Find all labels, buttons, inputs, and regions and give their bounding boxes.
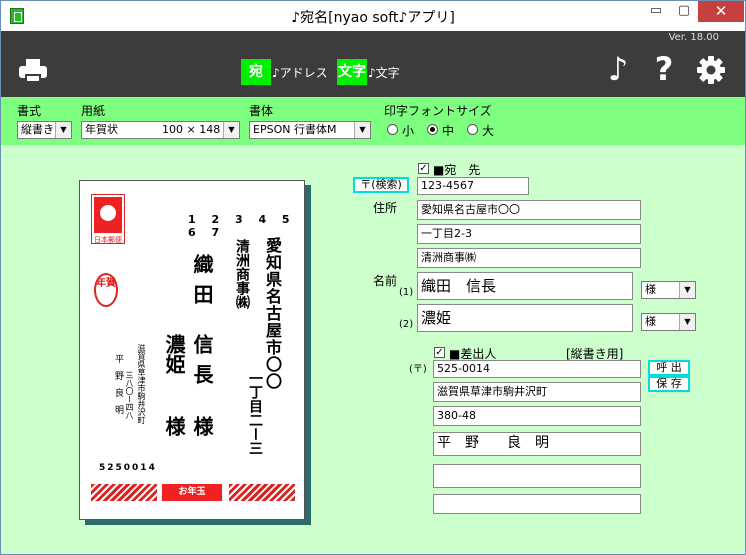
recipient-address2-field[interactable]: 一丁目2-3 bbox=[417, 224, 641, 244]
sender-zip-field[interactable]: 525-0014 bbox=[433, 360, 641, 378]
address-book-icon: 宛 bbox=[241, 59, 271, 85]
toolbar: Ver. 18.00 宛 ♪アドレス 文字 ♪文字 ♪ ? bbox=[1, 31, 745, 97]
maximize-button[interactable]: ▢ bbox=[670, 1, 698, 22]
preview-sender-zip: 5250014 bbox=[99, 463, 157, 473]
font-label: 書体 bbox=[249, 104, 274, 118]
address-label: 住所 bbox=[373, 201, 398, 215]
help-icon[interactable]: ? bbox=[649, 51, 679, 87]
gear-icon[interactable] bbox=[697, 56, 725, 84]
options-bar: 書式 縦書き ▼ 用紙 年賀状 100 × 148 ▼ 書体 EPSON 行書体… bbox=[1, 97, 745, 145]
preview-sender-address2: 三八〇ー四八 bbox=[125, 371, 134, 419]
radio-dot bbox=[387, 124, 398, 135]
window-title: ♪宛名[nyao soft♪アプリ] bbox=[291, 10, 455, 26]
font-size-label: 印字フォントサイズ bbox=[384, 104, 492, 118]
paper-value: 年賀状 100 × 148 bbox=[85, 123, 221, 136]
honorific1-value: 様 bbox=[645, 283, 656, 296]
preview-company: 清洲商事㈱ bbox=[234, 239, 250, 309]
format-label: 書式 bbox=[17, 104, 42, 118]
recall-button[interactable]: 呼 出 bbox=[648, 360, 690, 376]
music-note-icon[interactable]: ♪ bbox=[603, 51, 633, 87]
paper-select[interactable]: 年賀状 100 × 148 ▼ bbox=[81, 121, 240, 139]
preview-sender-name: 平野良明 bbox=[113, 354, 123, 422]
lottery-stripe-left bbox=[91, 484, 157, 501]
chevron-down-icon: ▼ bbox=[679, 282, 695, 298]
sender-name-field[interactable]: 平 野 良 明 bbox=[433, 432, 641, 456]
stamp-icon: 日本郵便 bbox=[91, 194, 125, 244]
app-window: ♪宛名[nyao soft♪アプリ] ▭ ▢ ✕ Ver. 18.00 宛 ♪ア… bbox=[0, 0, 746, 555]
sender-extra1-field[interactable] bbox=[433, 464, 641, 488]
radio-dot-selected bbox=[427, 124, 438, 135]
zip-search-button[interactable]: 〒(検索) bbox=[353, 177, 409, 193]
name-label: 名前 bbox=[373, 274, 398, 288]
preview-honorific2: 様 bbox=[162, 416, 186, 436]
recipient-name2-field[interactable]: 濃姫 bbox=[417, 304, 633, 332]
honorific2-value: 様 bbox=[645, 315, 656, 328]
paper-label: 用紙 bbox=[81, 104, 106, 118]
font-value: EPSON 行書体M bbox=[253, 123, 337, 136]
sender-zip-label: (〒) bbox=[409, 364, 427, 375]
chevron-down-icon: ▼ bbox=[354, 122, 370, 138]
size-medium-label: 中 bbox=[442, 124, 455, 138]
font-select[interactable]: EPSON 行書体M ▼ bbox=[249, 121, 371, 139]
recipient-zip-preview: 1 2 3 4 5 6 7 bbox=[188, 213, 296, 239]
name-index-1: (1) bbox=[399, 287, 414, 298]
recipient-address3-field[interactable]: 清洲商事㈱ bbox=[417, 248, 641, 268]
sender-extra2-field[interactable] bbox=[433, 494, 641, 514]
recipient-address1-field[interactable]: 愛知県名古屋市〇〇 bbox=[417, 200, 641, 220]
minimize-button[interactable]: ▭ bbox=[642, 1, 670, 22]
preview-name2: 濃姫 bbox=[162, 334, 186, 374]
size-small-label: 小 bbox=[402, 124, 415, 138]
preview-address1: 愛知県名古屋市〇〇 bbox=[263, 237, 282, 390]
honorific2-select[interactable]: 様 ▼ bbox=[641, 313, 696, 331]
stamp-text: 日本郵便 bbox=[94, 236, 122, 244]
preview-sender-address1: 滋賀県草津市駒井沢町 bbox=[137, 344, 146, 424]
preview-address2: 一丁目二ー三 bbox=[247, 371, 263, 455]
recipient-name1-field[interactable]: 織田 信長 bbox=[417, 272, 633, 300]
sender-checkbox[interactable]: ✓ bbox=[434, 347, 445, 358]
save-button[interactable]: 保 存 bbox=[648, 376, 690, 392]
printer-icon[interactable] bbox=[19, 59, 47, 83]
otoshidama-badge: お年玉 bbox=[162, 484, 222, 501]
preview-family-name: 織田 bbox=[190, 254, 214, 314]
text-icon: 文字 bbox=[337, 59, 367, 85]
text-tool-label: ♪文字 bbox=[368, 66, 400, 80]
recipient-checkbox[interactable]: ✓ bbox=[418, 163, 429, 174]
lottery-stripe-right bbox=[229, 484, 295, 501]
radio-dot bbox=[467, 124, 478, 135]
close-button[interactable]: ✕ bbox=[698, 1, 744, 22]
version-label: Ver. 18.00 bbox=[668, 32, 719, 43]
chevron-down-icon: ▼ bbox=[679, 314, 695, 330]
recipient-zip-field[interactable]: 123-4567 bbox=[417, 177, 529, 195]
recipient-section-label: ■宛 先 bbox=[433, 163, 481, 177]
preview-given-name: 信長 bbox=[190, 334, 214, 394]
postcard-preview: 日本郵便 1 2 3 4 5 6 7 年賀 愛知県名古屋市〇〇 一丁目二ー三 清… bbox=[79, 180, 305, 520]
sender-address1-field[interactable]: 滋賀県草津市駒井沢町 bbox=[433, 382, 641, 402]
preview-honorific1: 様 bbox=[190, 416, 214, 436]
size-large-label: 大 bbox=[482, 124, 495, 138]
format-select[interactable]: 縦書き ▼ bbox=[17, 121, 72, 139]
title-bar: ♪宛名[nyao soft♪アプリ] ▭ ▢ ✕ bbox=[1, 1, 745, 31]
address-tool-label: ♪アドレス bbox=[272, 66, 328, 80]
sender-address2-field[interactable]: 380-48 bbox=[433, 406, 641, 426]
format-value: 縦書き bbox=[21, 123, 54, 136]
chevron-down-icon: ▼ bbox=[223, 122, 239, 138]
name-index-2: (2) bbox=[399, 319, 414, 330]
nenga-mark: 年賀 bbox=[94, 273, 118, 307]
honorific1-select[interactable]: 様 ▼ bbox=[641, 281, 696, 299]
chevron-down-icon: ▼ bbox=[55, 122, 71, 138]
